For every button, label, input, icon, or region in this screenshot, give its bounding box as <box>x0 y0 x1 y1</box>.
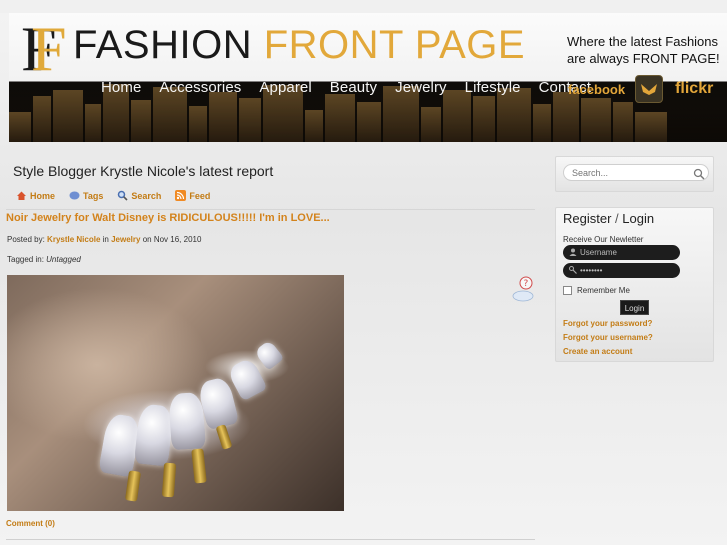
sub-nav: Home Tags Search Feed <box>16 190 210 201</box>
main-content: Style Blogger Krystle Nicole's latest re… <box>6 155 535 545</box>
tagline-line-2: are always FRONT PAGE! <box>567 51 720 66</box>
bottom-divider <box>6 539 535 540</box>
nav-apparel[interactable]: Apparel <box>250 77 320 99</box>
posted-by-label: Posted by: <box>7 235 45 244</box>
in-label: in <box>102 235 109 244</box>
key-icon <box>569 265 577 276</box>
subnav-feed[interactable]: Feed <box>175 190 210 201</box>
login-title: Register / Login <box>563 211 654 226</box>
remember-label: Remember Me <box>577 286 630 295</box>
top-strip <box>0 0 727 13</box>
help-icon[interactable]: ? <box>512 276 534 302</box>
logo-f-gold: F <box>31 13 67 84</box>
forgot-username-link[interactable]: Forgot your username? <box>563 333 653 342</box>
subnav-feed-label: Feed <box>189 190 211 201</box>
logo-word-front-page: FRONT PAGE <box>263 23 526 67</box>
post-date: on Nov 16, 2010 <box>142 235 202 244</box>
create-account-link[interactable]: Create an account <box>563 347 632 356</box>
tag-value: Untagged <box>46 255 81 264</box>
page-title: Style Blogger Krystle Nicole's latest re… <box>13 163 274 179</box>
user-icon <box>569 248 577 258</box>
search-icon[interactable] <box>693 167 705 180</box>
title-separator: / <box>615 211 619 226</box>
magnifier-icon <box>117 190 128 201</box>
subnav-tags[interactable]: Tags <box>69 190 103 201</box>
tagline: Where the latest Fashions are always FRO… <box>567 33 727 67</box>
flickr-link[interactable]: flickr <box>675 80 713 98</box>
category-link[interactable]: Jewelry <box>111 235 140 244</box>
login-module: Register / Login Receive Our Newletter U… <box>555 207 714 362</box>
article-photo <box>7 275 344 511</box>
tagline-line-1: Where the latest Fashions <box>567 34 719 49</box>
forgot-password-link[interactable]: Forgot your password? <box>563 319 652 328</box>
nav-home[interactable]: Home <box>92 77 150 99</box>
subnav-home[interactable]: Home <box>16 190 55 201</box>
home-icon <box>16 190 27 201</box>
article-meta: Posted by: Krystle Nicole in Jewelry on … <box>7 235 201 244</box>
social-links: facebook flickr <box>568 75 713 103</box>
newsletter-label: Receive Our Newletter <box>563 235 644 244</box>
logo-wordmark[interactable]: FASHION FRONT PAGE <box>73 23 525 68</box>
login-button[interactable]: Login <box>620 300 649 315</box>
bird-icon[interactable] <box>635 75 664 103</box>
divider <box>6 209 535 210</box>
nav-lifestyle[interactable]: Lifestyle <box>456 77 530 99</box>
logo-mark[interactable]: F F <box>21 17 67 81</box>
username-field[interactable]: Username <box>563 245 680 260</box>
password-field[interactable]: •••••••• <box>563 263 680 278</box>
password-value: •••••••• <box>580 266 603 275</box>
article-title-link[interactable]: Noir Jewelry for Walt Disney is RIDICULO… <box>6 212 330 224</box>
logo-word-fashion: FASHION <box>73 23 253 67</box>
author-link[interactable]: Krystle Nicole <box>47 235 100 244</box>
comment-link[interactable]: Comment (0) <box>6 519 55 528</box>
remember-me[interactable]: Remember Me <box>563 286 630 295</box>
subnav-search-label: Search <box>131 190 162 201</box>
tagged-label: Tagged in: <box>7 255 44 264</box>
subnav-tags-label: Tags <box>83 190 104 201</box>
login-label: Login <box>622 211 655 226</box>
nav-jewelry[interactable]: Jewelry <box>386 77 456 99</box>
remember-checkbox[interactable] <box>563 286 572 295</box>
search-input[interactable] <box>563 164 709 181</box>
facebook-link[interactable]: facebook <box>568 82 625 97</box>
username-placeholder: Username <box>580 248 617 257</box>
tags-icon <box>69 190 80 201</box>
subnav-home-label: Home <box>30 190 56 201</box>
site-header: F F FASHION FRONT PAGE Where the latest … <box>9 13 727 142</box>
article-tags: Tagged in: Untagged <box>7 255 81 264</box>
svg-text:?: ? <box>524 279 529 289</box>
nav-accessories[interactable]: Accessories <box>150 77 250 99</box>
rss-icon <box>175 190 187 201</box>
register-label: Register <box>563 211 612 226</box>
search-module <box>555 156 714 192</box>
nav-beauty[interactable]: Beauty <box>321 77 386 99</box>
main-nav: Home Accessories Apparel Beauty Jewelry … <box>92 77 600 99</box>
subnav-search[interactable]: Search <box>117 190 161 201</box>
